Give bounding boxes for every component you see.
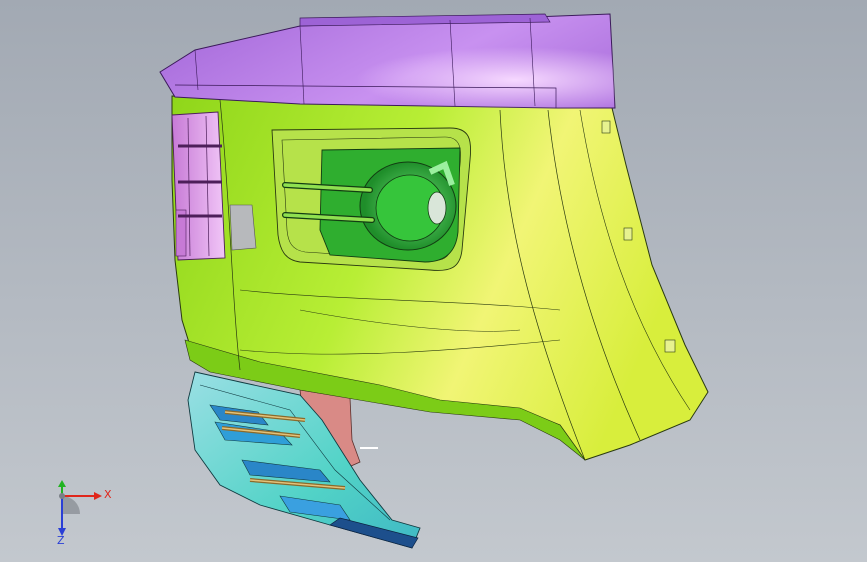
axis-triad[interactable]: X Y Z — [40, 478, 120, 550]
top-cap[interactable] — [159, 13, 616, 109]
bumper-3d-model[interactable] — [0, 0, 867, 562]
x-axis-label: X — [104, 488, 112, 501]
cad-3d-viewport[interactable]: X Y Z — [0, 0, 867, 562]
z-axis-label: Z — [57, 534, 65, 547]
side-vent-grille[interactable] — [171, 111, 226, 261]
